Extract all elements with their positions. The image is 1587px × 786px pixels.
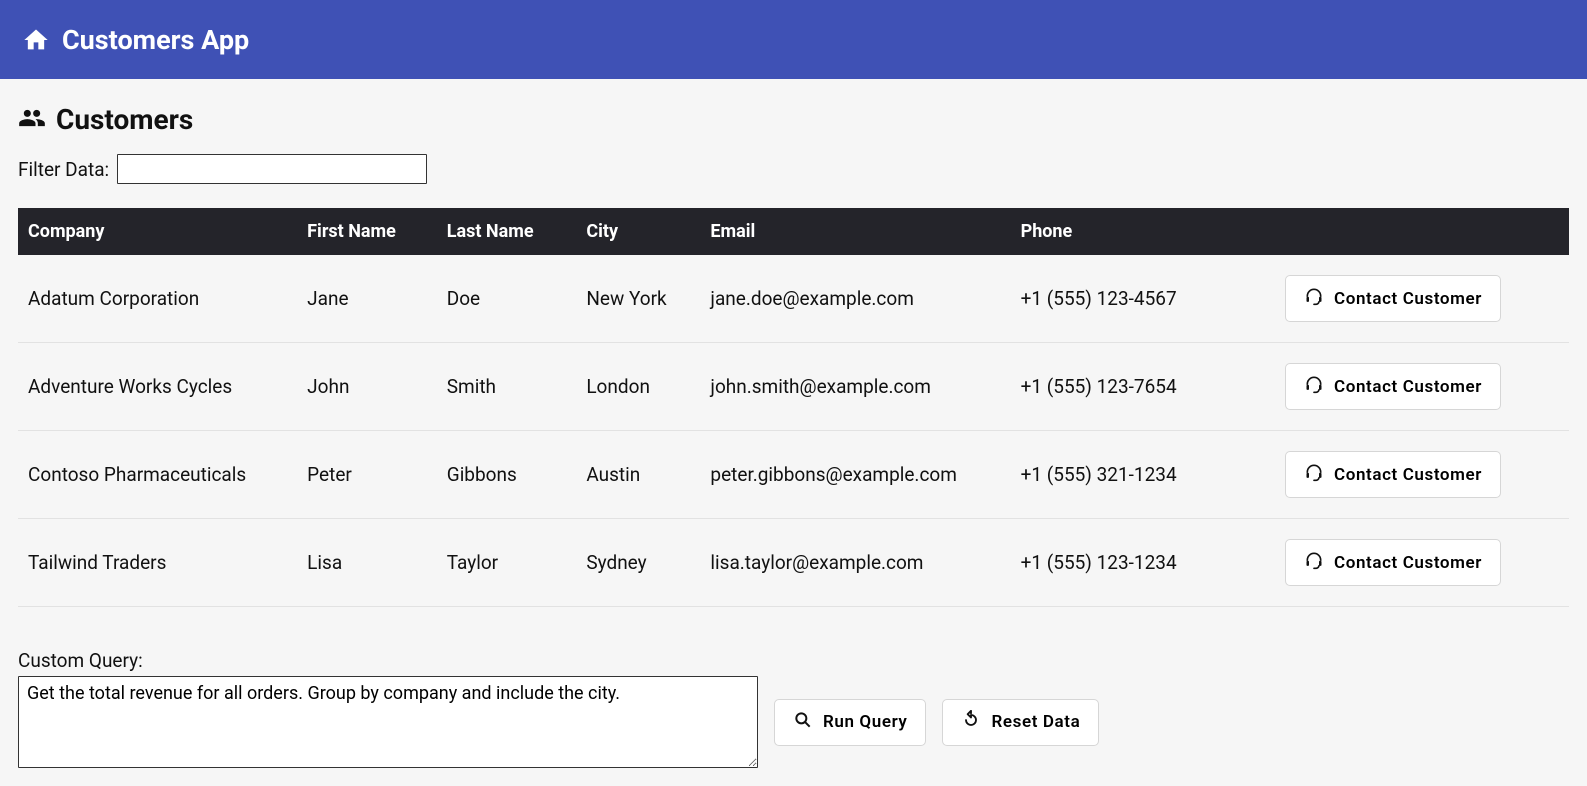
table-header-row: Company First Name Last Name City Email …	[18, 208, 1569, 255]
cell-last-name: Doe	[437, 255, 577, 343]
cell-email: peter.gibbons@example.com	[700, 431, 1010, 519]
contact-customer-button[interactable]: Contact Customer	[1285, 363, 1501, 410]
contact-customer-label: Contact Customer	[1334, 377, 1482, 397]
cell-first-name: Peter	[297, 431, 437, 519]
table-row: Contoso PharmaceuticalsPeterGibbonsAusti…	[18, 431, 1569, 519]
run-query-label: Run Query	[823, 712, 907, 732]
cell-first-name: Lisa	[297, 519, 437, 607]
col-company: Company	[18, 208, 297, 255]
page-heading: Customers	[18, 103, 1569, 136]
people-icon	[18, 104, 46, 136]
search-icon	[793, 710, 813, 735]
table-row: Adventure Works CyclesJohnSmithLondonjoh…	[18, 343, 1569, 431]
contact-customer-button[interactable]: Contact Customer	[1285, 275, 1501, 322]
cell-company: Tailwind Traders	[18, 519, 297, 607]
headset-icon	[1304, 286, 1324, 311]
filter-label: Filter Data:	[18, 158, 109, 181]
headset-icon	[1304, 462, 1324, 487]
refresh-icon	[961, 710, 981, 735]
cell-company: Adventure Works Cycles	[18, 343, 297, 431]
col-phone: Phone	[1011, 208, 1244, 255]
cell-action: Contact Customer	[1243, 255, 1569, 343]
cell-phone: +1 (555) 123-1234	[1011, 519, 1244, 607]
cell-city: Austin	[576, 431, 700, 519]
reset-data-button[interactable]: Reset Data	[942, 699, 1099, 746]
cell-email: jane.doe@example.com	[700, 255, 1010, 343]
table-row: Adatum CorporationJaneDoeNew Yorkjane.do…	[18, 255, 1569, 343]
home-icon[interactable]	[22, 26, 50, 54]
cell-first-name: Jane	[297, 255, 437, 343]
cell-action: Contact Customer	[1243, 343, 1569, 431]
cell-company: Adatum Corporation	[18, 255, 297, 343]
cell-action: Contact Customer	[1243, 431, 1569, 519]
query-label: Custom Query:	[18, 649, 1569, 672]
run-query-button[interactable]: Run Query	[774, 699, 926, 746]
cell-phone: +1 (555) 123-4567	[1011, 255, 1244, 343]
app-title: Customers App	[62, 24, 249, 56]
col-email: Email	[700, 208, 1010, 255]
cell-email: lisa.taylor@example.com	[700, 519, 1010, 607]
cell-action: Contact Customer	[1243, 519, 1569, 607]
cell-city: New York	[576, 255, 700, 343]
contact-customer-label: Contact Customer	[1334, 289, 1482, 309]
cell-phone: +1 (555) 123-7654	[1011, 343, 1244, 431]
query-textarea[interactable]	[18, 676, 758, 768]
customers-table: Company First Name Last Name City Email …	[18, 208, 1569, 607]
cell-city: London	[576, 343, 700, 431]
table-row: Tailwind TradersLisaTaylorSydneylisa.tay…	[18, 519, 1569, 607]
col-city: City	[576, 208, 700, 255]
headset-icon	[1304, 550, 1324, 575]
cell-last-name: Smith	[437, 343, 577, 431]
contact-customer-button[interactable]: Contact Customer	[1285, 451, 1501, 498]
cell-phone: +1 (555) 321-1234	[1011, 431, 1244, 519]
headset-icon	[1304, 374, 1324, 399]
cell-city: Sydney	[576, 519, 700, 607]
col-last-name: Last Name	[437, 208, 577, 255]
reset-data-label: Reset Data	[991, 712, 1080, 732]
app-header: Customers App	[0, 0, 1587, 79]
contact-customer-label: Contact Customer	[1334, 465, 1482, 485]
col-actions	[1243, 208, 1569, 255]
cell-email: john.smith@example.com	[700, 343, 1010, 431]
col-first-name: First Name	[297, 208, 437, 255]
cell-first-name: John	[297, 343, 437, 431]
filter-input[interactable]	[117, 154, 427, 184]
cell-company: Contoso Pharmaceuticals	[18, 431, 297, 519]
cell-last-name: Taylor	[437, 519, 577, 607]
contact-customer-label: Contact Customer	[1334, 553, 1482, 573]
contact-customer-button[interactable]: Contact Customer	[1285, 539, 1501, 586]
page-title: Customers	[56, 103, 193, 136]
cell-last-name: Gibbons	[437, 431, 577, 519]
